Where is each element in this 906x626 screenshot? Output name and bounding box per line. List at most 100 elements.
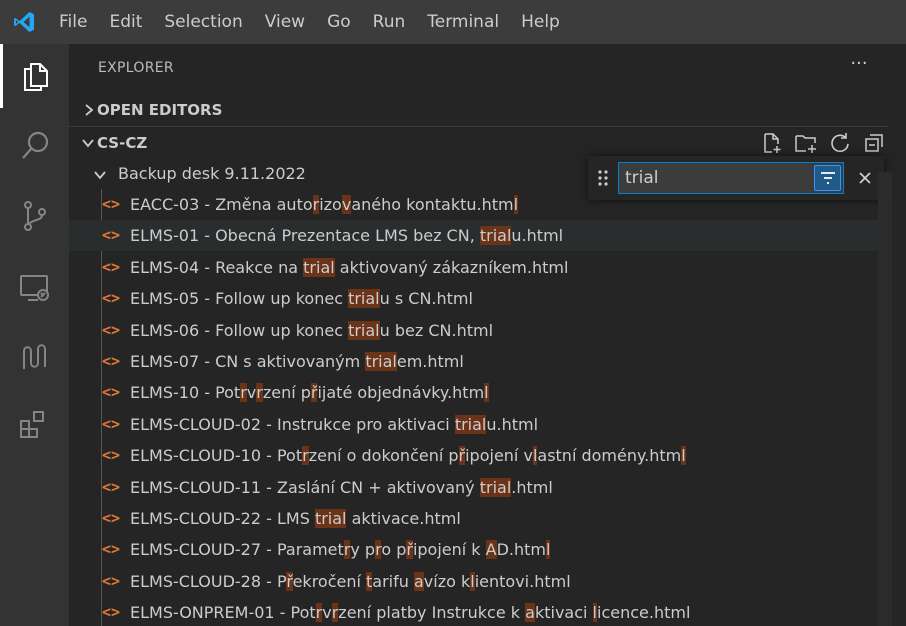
- remote-explorer-icon[interactable]: [0, 256, 69, 320]
- html-file-icon: <>: [102, 383, 121, 402]
- search-icon[interactable]: [0, 114, 69, 178]
- more-actions-button[interactable]: ···: [846, 54, 872, 80]
- menu-selection[interactable]: Selection: [153, 0, 253, 44]
- drag-handle-icon[interactable]: [596, 168, 610, 188]
- menu-help[interactable]: Help: [510, 0, 571, 44]
- folder-label: Backup desk 9.11.2022: [118, 164, 306, 183]
- file-name-text: ELMS-10 - Pot: [130, 383, 241, 403]
- file-name-text: ELMS-CLOUD-02 - Instrukce pro aktivaci: [130, 414, 455, 434]
- file-name-text: ELMS-CLOUD-10 - Pot: [130, 446, 303, 466]
- file-name-text: ELMS-CLOUD-28 - P: [130, 571, 287, 591]
- menu-edit[interactable]: Edit: [98, 0, 153, 44]
- scrollbar[interactable]: [878, 172, 892, 626]
- menu-file[interactable]: File: [48, 0, 98, 44]
- file-item[interactable]: <> ELMS-04 - Reakce na trial aktivovaný z…: [69, 252, 891, 283]
- file-item[interactable]: <> ELMS-CLOUD-02 - Instrukce pro aktivaci…: [69, 409, 891, 440]
- html-file-icon: <>: [102, 195, 121, 213]
- file-name: ELMS-07 - CN s aktivovaným trialem.html: [130, 352, 464, 371]
- chevron-down-icon: [69, 137, 97, 149]
- file-name-text: zení o dokončení p: [308, 446, 459, 466]
- html-file-icon: <>: [102, 352, 121, 370]
- filter-icon[interactable]: [814, 165, 841, 191]
- match-highlight: trial: [479, 477, 512, 497]
- file-item[interactable]: <> ELMS-CLOUD-27 - Parametry pro připojen…: [69, 534, 891, 565]
- file-name-text: zení p: [262, 383, 311, 403]
- vscode-logo-icon[interactable]: [0, 0, 48, 44]
- explorer-title: EXPLORER: [98, 60, 174, 76]
- match-highlight: l: [513, 195, 519, 214]
- file-name-text: ipojení k: [412, 540, 486, 560]
- file-name-text: y p: [350, 540, 376, 560]
- new-folder-icon[interactable]: [793, 130, 819, 156]
- open-editors-label: OPEN EDITORS: [97, 101, 223, 119]
- menu-terminal[interactable]: Terminal: [416, 0, 510, 44]
- match-highlight: trial: [314, 509, 347, 528]
- collapse-all-icon[interactable]: [861, 130, 887, 156]
- file-tree: Backup desk 9.11.2022 <> EACC-03 - Změna …: [69, 158, 891, 626]
- match-highlight: l: [681, 446, 686, 466]
- file-name: ELMS-01 - Obecná Prezentace LMS bez CN, …: [130, 226, 563, 246]
- menu-go[interactable]: Go: [316, 0, 362, 44]
- file-name-text: icence.html: [597, 603, 691, 623]
- find-input[interactable]: [618, 162, 844, 194]
- html-file-icon: <>: [102, 257, 121, 276]
- file-name-text: aného kontaktu.htm: [351, 195, 514, 214]
- file-name-text: arifu: [372, 571, 414, 591]
- file-item[interactable]: <> ELMS-07 - CN s aktivovaným trialem.htm…: [69, 346, 891, 377]
- file-name: ELMS-CLOUD-02 - Instrukce pro aktivaci t…: [130, 414, 538, 434]
- menu-run[interactable]: Run: [362, 0, 417, 44]
- html-file-icon: <>: [102, 540, 121, 559]
- file-item[interactable]: <> ELMS-01 - Obecná Prezentace LMS bez CN…: [69, 220, 891, 252]
- file-name-text: ientovi.html: [474, 571, 571, 591]
- menu-bar: File Edit Selection View Go Run Terminal…: [0, 0, 906, 44]
- file-item[interactable]: <> ELMS-CLOUD-10 - Potrzení o dokončení p…: [69, 440, 891, 471]
- match-highlight: r: [302, 446, 309, 466]
- file-name-text: v: [246, 383, 257, 403]
- file-name-text: aktivace.html: [346, 509, 461, 528]
- file-name-text: ELMS-01 - Obecná Prezentace LMS bez CN,: [130, 226, 480, 246]
- close-icon[interactable]: [854, 167, 876, 189]
- chevron-right-icon: [69, 103, 97, 117]
- match-highlight: trial: [479, 226, 512, 246]
- file-name-text: ktivaci: [534, 603, 593, 623]
- file-name-text: ipojení v: [465, 446, 533, 466]
- file-item[interactable]: <> ELMS-10 - Potrvrzení přijaté objednávk…: [69, 377, 891, 408]
- file-name: ELMS-ONPREM-01 - Potrvrzení platby Instr…: [130, 603, 691, 623]
- file-item[interactable]: <> ELMS-05 - Follow up konec trialu s CN.…: [69, 283, 891, 314]
- tree-find-widget: [588, 156, 884, 200]
- source-control-icon[interactable]: [0, 184, 69, 248]
- match-highlight: v: [341, 195, 352, 214]
- gitlens-icon[interactable]: [0, 324, 69, 388]
- explorer-sidebar: EXPLORER ··· OPEN EDITORS CS-CZ Backup d…: [69, 44, 906, 626]
- file-item[interactable]: <> ELMS-CLOUD-28 - Překročení tarifu avíz…: [69, 566, 891, 597]
- html-file-icon: <>: [102, 571, 121, 590]
- match-highlight: a: [413, 571, 424, 591]
- html-file-icon: <>: [102, 477, 121, 496]
- refresh-icon[interactable]: [827, 130, 853, 156]
- file-name-text: ELMS-04 - Reakce na: [130, 257, 304, 277]
- html-file-icon: <>: [102, 603, 121, 622]
- file-item[interactable]: <> ELMS-CLOUD-22 - LMS trial aktivace.htm…: [69, 503, 891, 534]
- open-editors-section[interactable]: OPEN EDITORS: [69, 94, 889, 126]
- html-file-icon: <>: [102, 289, 121, 308]
- new-file-icon[interactable]: [759, 130, 785, 156]
- file-name: ELMS-06 - Follow up konec trialu bez CN.…: [130, 320, 493, 340]
- file-name: ELMS-10 - Potrvrzení přijaté objednávky.…: [130, 383, 489, 403]
- file-name-text: ELMS-ONPREM-01 - Pot: [130, 603, 316, 623]
- match-highlight: A: [485, 540, 497, 560]
- menu-view[interactable]: View: [254, 0, 316, 44]
- file-name: ELMS-CLOUD-11 - Zaslání CN + aktivovaný …: [130, 477, 553, 497]
- match-highlight: l: [546, 540, 551, 560]
- match-highlight: trial: [454, 414, 487, 434]
- file-name-text: izo: [319, 195, 342, 214]
- file-name-text: EACC-03 - Změna auto: [130, 195, 313, 214]
- file-item[interactable]: <> ELMS-ONPREM-01 - Potrvrzení platby Ins…: [69, 597, 891, 626]
- file-item[interactable]: <> ELMS-06 - Follow up konec trialu bez C…: [69, 315, 891, 346]
- workspace-root-section[interactable]: CS-CZ: [69, 126, 889, 158]
- file-item[interactable]: <> ELMS-CLOUD-11 - Zaslání CN + aktivovan…: [69, 472, 891, 503]
- file-name-text: .html: [511, 477, 553, 497]
- file-name-text: em.html: [396, 352, 464, 371]
- extensions-icon[interactable]: [0, 392, 69, 456]
- files-icon[interactable]: [0, 44, 69, 108]
- file-name-text: o p: [381, 540, 407, 560]
